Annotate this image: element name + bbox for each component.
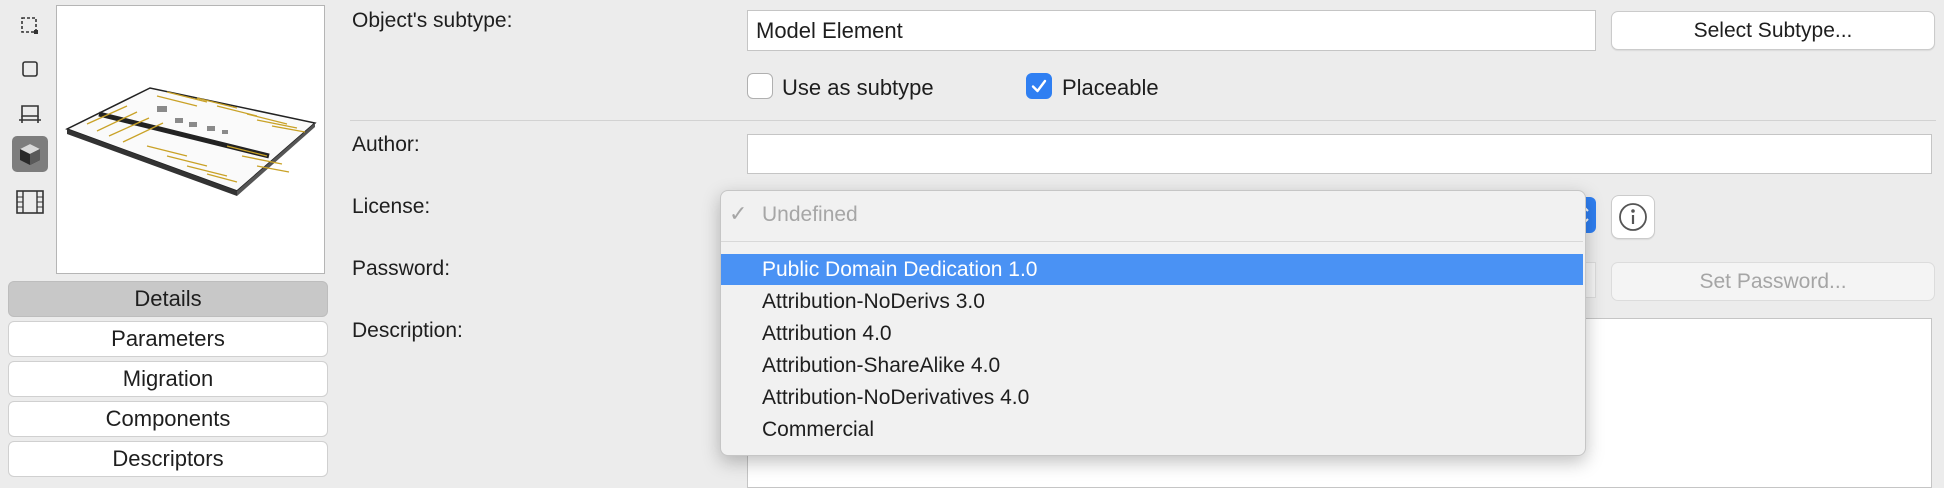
license-option-label: Attribution-NoDerivs 3.0 xyxy=(762,289,985,313)
license-option[interactable]: Public Domain Dedication 1.0 xyxy=(721,254,1583,285)
tab-details[interactable]: Details xyxy=(8,281,328,317)
tab-descriptors[interactable]: Descriptors xyxy=(8,441,328,477)
license-option[interactable]: Attribution 4.0 xyxy=(721,318,1583,349)
subtype-label: Object's subtype: xyxy=(352,9,513,32)
square-icon[interactable] xyxy=(12,51,48,87)
placeable-checkbox[interactable] xyxy=(1026,73,1052,99)
license-current-label: Undefined xyxy=(762,202,858,226)
film-icon[interactable] xyxy=(12,184,48,220)
tab-parameters[interactable]: Parameters xyxy=(8,321,328,357)
license-option-label: Attribution 4.0 xyxy=(762,321,892,345)
author-label: Author: xyxy=(352,133,420,156)
tab-migration[interactable]: Migration xyxy=(8,361,328,397)
checkmark-icon xyxy=(1031,79,1047,93)
license-info-button[interactable] xyxy=(1611,195,1655,239)
license-option[interactable]: Attribution-NoDerivatives 4.0 xyxy=(721,382,1583,413)
checkmark-icon: ✓ xyxy=(729,201,748,226)
menu-separator xyxy=(721,241,1583,242)
use-as-subtype-checkbox[interactable] xyxy=(747,73,773,99)
2d-symbol-icon[interactable] xyxy=(12,8,48,44)
info-icon xyxy=(1619,203,1647,231)
tab-components[interactable]: Components xyxy=(8,401,328,437)
author-field[interactable] xyxy=(747,134,1932,174)
description-label: Description: xyxy=(352,319,463,342)
3d-box-icon[interactable] xyxy=(12,136,48,172)
license-option-label: Attribution-ShareAlike 4.0 xyxy=(762,353,1001,377)
license-label: License: xyxy=(352,195,431,218)
license-option-label: Attribution-NoDerivatives 4.0 xyxy=(762,385,1030,409)
subtype-field[interactable]: Model Element xyxy=(747,10,1596,51)
use-as-subtype-label: Use as subtype xyxy=(782,75,934,100)
license-option[interactable]: Attribution-ShareAlike 4.0 xyxy=(721,350,1583,381)
table-icon[interactable] xyxy=(12,96,48,132)
set-password-button: Set Password... xyxy=(1611,262,1935,301)
license-option-label: Commercial xyxy=(762,417,875,441)
license-option[interactable]: Commercial xyxy=(721,414,1583,445)
password-label: Password: xyxy=(352,257,451,280)
select-subtype-button[interactable]: Select Subtype... xyxy=(1611,11,1935,50)
object-preview xyxy=(56,5,325,274)
placeable-label: Placeable xyxy=(1062,75,1159,100)
section-divider xyxy=(350,120,1936,121)
license-option-label: Public Domain Dedication 1.0 xyxy=(762,257,1038,281)
license-dropdown-menu: ✓ Undefined Public Domain Dedication 1.0… xyxy=(720,190,1586,456)
license-option[interactable]: Attribution-NoDerivs 3.0 xyxy=(721,286,1583,317)
license-current-option: ✓ Undefined xyxy=(721,199,1583,230)
